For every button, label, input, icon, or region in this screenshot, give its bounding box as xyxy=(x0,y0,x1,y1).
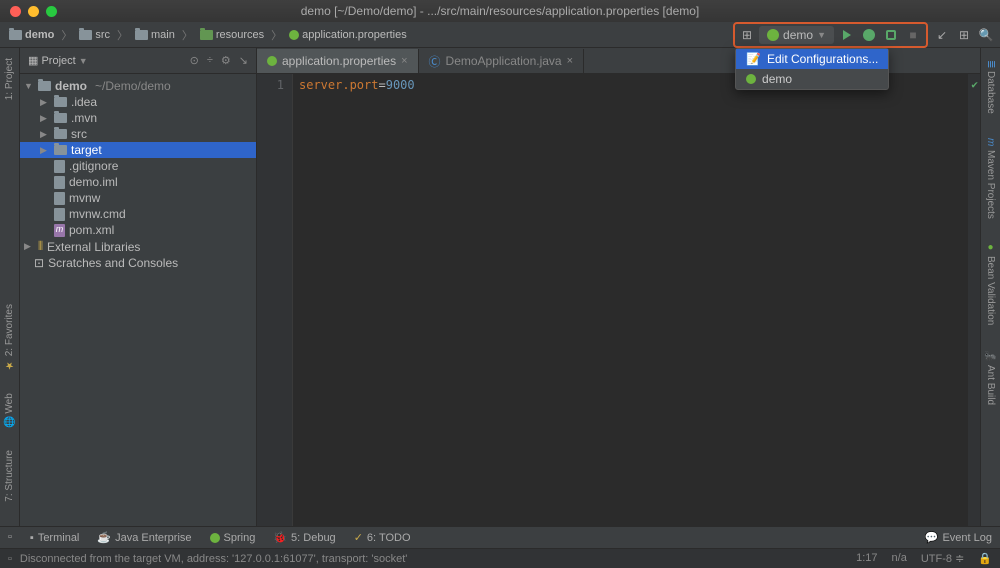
spring-tab[interactable]: Spring xyxy=(210,531,256,544)
tree-item[interactable]: demo.iml xyxy=(20,174,256,190)
maximize-window-button[interactable] xyxy=(46,6,57,17)
statusbar: ▫ Disconnected from the target VM, addre… xyxy=(0,548,1000,568)
left-gutter: 1: Project ★2: Favorites 🌐Web 7: Structu… xyxy=(0,48,20,526)
spring-icon xyxy=(267,56,277,66)
close-icon[interactable]: × xyxy=(401,55,407,67)
tree-item[interactable]: .gitignore xyxy=(20,158,256,174)
tree-item[interactable]: mvnw xyxy=(20,190,256,206)
status-message: Disconnected from the target VM, address… xyxy=(20,553,408,565)
minimize-window-button[interactable] xyxy=(28,6,39,17)
folder-icon xyxy=(54,97,67,107)
project-sidebar: ▦ Project ▼ ⊙ ÷ ⚙ ↘ ▼ demo ~/Demo/demo ▶… xyxy=(20,48,257,526)
maven-icon: m xyxy=(54,224,65,237)
ant-build-tab[interactable]: 🐜Ant Build xyxy=(983,346,998,409)
tree-item[interactable]: ▶.mvn xyxy=(20,110,256,126)
file-icon xyxy=(54,192,65,205)
java-class-icon: Ⓒ xyxy=(429,53,441,70)
tree-root[interactable]: ▼ demo ~/Demo/demo xyxy=(20,78,256,94)
hide-icon[interactable]: ↘ xyxy=(239,54,248,67)
structure-tool-tab[interactable]: 7: Structure xyxy=(2,446,17,506)
java-enterprise-tab[interactable]: ☕Java Enterprise xyxy=(97,531,191,544)
tree-item[interactable]: ▶.idea xyxy=(20,94,256,110)
sidebar-header: ▦ Project ▼ ⊙ ÷ ⚙ ↘ xyxy=(20,48,256,74)
navbar: demo 〉 src 〉 main 〉 resources 〉 applicat… xyxy=(0,22,1000,48)
code-editor[interactable]: 1 server.port=9000 ✔ xyxy=(257,74,980,526)
inspection-ok-icon: ✔ xyxy=(971,78,978,91)
line-gutter: 1 xyxy=(257,74,293,526)
database-tool-tab[interactable]: ≣Database xyxy=(983,56,998,118)
close-icon[interactable]: × xyxy=(567,55,573,67)
tab-application-properties[interactable]: application.properties × xyxy=(257,49,419,73)
folder-icon xyxy=(54,129,67,139)
edit-configurations-item[interactable]: 📝 Edit Configurations... xyxy=(736,49,888,69)
spring-icon xyxy=(767,29,779,41)
bc-resources[interactable]: resources xyxy=(197,27,267,43)
run-config-dropdown: 📝 Edit Configurations... demo xyxy=(735,48,889,90)
editor-area: application.properties × Ⓒ DemoApplicati… xyxy=(257,48,980,526)
breadcrumb: demo 〉 src 〉 main 〉 resources 〉 applicat… xyxy=(6,27,410,43)
bc-main[interactable]: main xyxy=(132,27,178,43)
tree-item[interactable]: mvnw.cmd xyxy=(20,206,256,222)
project-tree[interactable]: ▼ demo ~/Demo/demo ▶.idea▶.mvn▶src▶targe… xyxy=(20,74,256,526)
maven-tool-tab[interactable]: mMaven Projects xyxy=(983,134,998,222)
file-encoding[interactable]: UTF-8 ≑ xyxy=(921,552,964,565)
file-icon xyxy=(54,160,65,173)
library-icon: ⫴ xyxy=(38,239,43,254)
spring-icon xyxy=(746,74,756,84)
tool-window-button[interactable]: ▫ xyxy=(8,531,12,544)
bc-src[interactable]: src xyxy=(76,27,113,43)
run-config-selector[interactable]: demo ▼ 📝 Edit Configurations... demo xyxy=(759,26,834,44)
right-gutter: ≣Database mMaven Projects ●Bean Validati… xyxy=(980,48,1000,526)
favorites-tool-tab[interactable]: ★2: Favorites xyxy=(2,300,17,374)
search-icon[interactable]: 🔍 xyxy=(978,27,994,43)
titlebar: demo [~/Demo/demo] - .../src/main/resour… xyxy=(0,0,1000,22)
window-title: demo [~/Demo/demo] - .../src/main/resour… xyxy=(0,4,1000,18)
run-config-demo-item[interactable]: demo xyxy=(736,69,888,89)
build-icon[interactable]: ⊞ xyxy=(739,27,755,43)
expand-icon[interactable]: ÷ xyxy=(207,54,213,67)
collapse-all-icon[interactable]: ⊙ xyxy=(190,54,199,67)
project-structure-icon[interactable]: ⊞ xyxy=(956,27,972,43)
folder-icon xyxy=(54,145,67,155)
error-stripe[interactable]: ✔ xyxy=(968,74,980,526)
vcs-update-icon[interactable]: ↙ xyxy=(934,27,950,43)
web-tool-tab[interactable]: 🌐Web xyxy=(2,389,17,433)
bottom-tool-tabs: ▫ ▪ Terminal ☕Java Enterprise Spring 🐞5:… xyxy=(0,526,1000,548)
status-icon: ▫ xyxy=(8,553,12,565)
bean-validation-tab[interactable]: ●Bean Validation xyxy=(983,238,998,329)
project-icon: ▦ xyxy=(28,55,38,67)
edit-icon: 📝 xyxy=(746,52,761,66)
scratches[interactable]: ⊡ Scratches and Consoles xyxy=(20,255,256,271)
main: 1: Project ★2: Favorites 🌐Web 7: Structu… xyxy=(0,48,1000,526)
debug-tab[interactable]: 🐞5: Debug xyxy=(273,531,335,544)
tree-item[interactable]: ▶target xyxy=(20,142,256,158)
settings-icon[interactable]: ⚙ xyxy=(221,54,231,67)
external-libraries[interactable]: ▶⫴ External Libraries xyxy=(20,238,256,255)
bc-project[interactable]: demo xyxy=(6,27,57,43)
stop-button[interactable]: ■ xyxy=(904,26,922,44)
file-icon xyxy=(54,176,65,189)
scratch-icon: ⊡ xyxy=(34,256,44,270)
lock-icon[interactable]: 🔒 xyxy=(978,552,992,565)
line-separator[interactable]: n/a xyxy=(892,552,907,565)
bc-file[interactable]: application.properties xyxy=(286,27,410,43)
file-icon xyxy=(54,208,65,221)
close-window-button[interactable] xyxy=(10,6,21,17)
tree-item[interactable]: ▶src xyxy=(20,126,256,142)
folder-icon xyxy=(54,113,67,123)
project-tool-tab[interactable]: 1: Project xyxy=(2,54,17,104)
cursor-position[interactable]: 1:17 xyxy=(856,552,877,565)
terminal-tab[interactable]: ▪ Terminal xyxy=(30,531,79,544)
debug-button[interactable] xyxy=(860,26,878,44)
run-config-highlight: ⊞ demo ▼ 📝 Edit Configurations... demo xyxy=(733,22,928,48)
run-button[interactable] xyxy=(838,26,856,44)
tree-item[interactable]: mpom.xml xyxy=(20,222,256,238)
event-log-tab[interactable]: 💬 Event Log xyxy=(925,531,992,544)
tab-demo-application[interactable]: Ⓒ DemoApplication.java × xyxy=(419,49,585,73)
coverage-button[interactable] xyxy=(882,26,900,44)
todo-tab[interactable]: ✓6: TODO xyxy=(354,531,411,544)
